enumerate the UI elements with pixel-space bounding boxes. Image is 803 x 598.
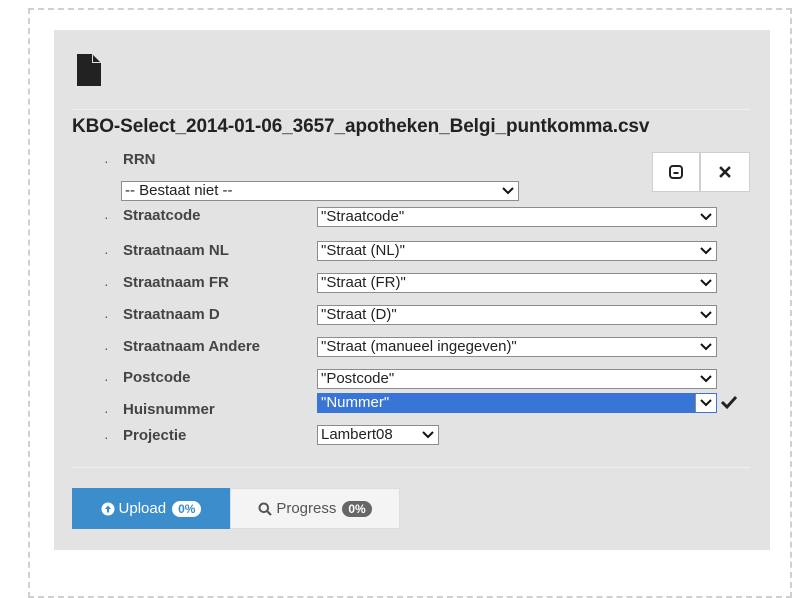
upload-badge: 0% [172, 500, 202, 517]
chevron-down-icon [700, 311, 712, 319]
select-value: "Straat (manueel ingegeven)" [321, 338, 517, 355]
minimize-icon [669, 165, 683, 179]
search-icon [258, 502, 273, 516]
select-value: "Straat (FR)" [321, 274, 406, 291]
bullet: · [104, 244, 109, 260]
file-icon [77, 54, 101, 86]
select-projectie[interactable]: Lambert08 [317, 425, 439, 445]
progress-button[interactable]: Progress 0% [230, 488, 400, 529]
field-label-rrn: RRN [123, 151, 156, 168]
select-straatnaam-d[interactable]: "Straat (D)" [317, 305, 717, 325]
select-straatcode[interactable]: "Straatcode" [317, 207, 717, 227]
chevron-down-icon [700, 343, 712, 351]
select-value: "Nummer" [321, 394, 390, 411]
bullet: · [104, 209, 109, 225]
divider [72, 109, 750, 110]
select-value: Lambert08 [321, 426, 393, 443]
chevron-down-icon [700, 279, 712, 287]
select-rrn[interactable]: -- Bestaat niet -- [121, 181, 519, 201]
minimize-button[interactable] [652, 152, 700, 192]
close-icon [719, 166, 731, 178]
field-label-postcode: Postcode [123, 369, 191, 386]
select-straatnaam-fr[interactable]: "Straat (FR)" [317, 273, 717, 293]
progress-badge: 0% [342, 500, 372, 517]
bullet: · [104, 308, 109, 324]
bullet: · [104, 371, 109, 387]
upload-button[interactable]: Upload 0% [72, 488, 230, 529]
progress-label: Progress [276, 500, 337, 517]
chevron-down-icon [700, 213, 712, 221]
divider [72, 467, 750, 468]
select-value: "Straatcode" [321, 208, 405, 225]
chevron-down-icon [422, 431, 434, 439]
file-name: KBO-Select_2014-01-06_3657_apotheken_Bel… [72, 116, 650, 137]
bullet: · [104, 403, 109, 419]
bullet: · [104, 340, 109, 356]
bullet: · [104, 153, 109, 169]
field-label-straatcode: Straatcode [123, 207, 201, 224]
field-label-straatnaam-fr: Straatnaam FR [123, 274, 229, 291]
field-label-straatnaam-d: Straatnaam D [123, 306, 220, 323]
field-label-huisnummer: Huisnummer [123, 401, 215, 418]
select-value: "Straat (D)" [321, 306, 397, 323]
select-huisnummer[interactable]: "Nummer" [317, 393, 717, 413]
upload-label: Upload [118, 500, 167, 517]
upload-icon [101, 502, 115, 515]
field-label-straatnaam-nl: Straatnaam NL [123, 242, 229, 259]
chevron-down-icon [700, 247, 712, 255]
bullet: · [104, 276, 109, 292]
select-value: "Straat (NL)" [321, 242, 406, 259]
select-value: "Postcode" [321, 370, 395, 387]
bullet: · [104, 429, 109, 445]
field-label-projectie: Projectie [123, 427, 187, 444]
close-button[interactable] [700, 152, 750, 192]
chevron-down-icon [700, 375, 712, 383]
select-straatnaam-andere[interactable]: "Straat (manueel ingegeven)" [317, 337, 717, 357]
select-value: -- Bestaat niet -- [125, 182, 233, 199]
check-icon [720, 395, 738, 410]
select-straatnaam-nl[interactable]: "Straat (NL)" [317, 241, 717, 261]
select-postcode[interactable]: "Postcode" [317, 369, 717, 389]
chevron-down-icon [502, 187, 514, 195]
chevron-down-icon [700, 399, 712, 407]
field-label-straatnaam-andere: Straatnaam Andere [123, 338, 260, 355]
